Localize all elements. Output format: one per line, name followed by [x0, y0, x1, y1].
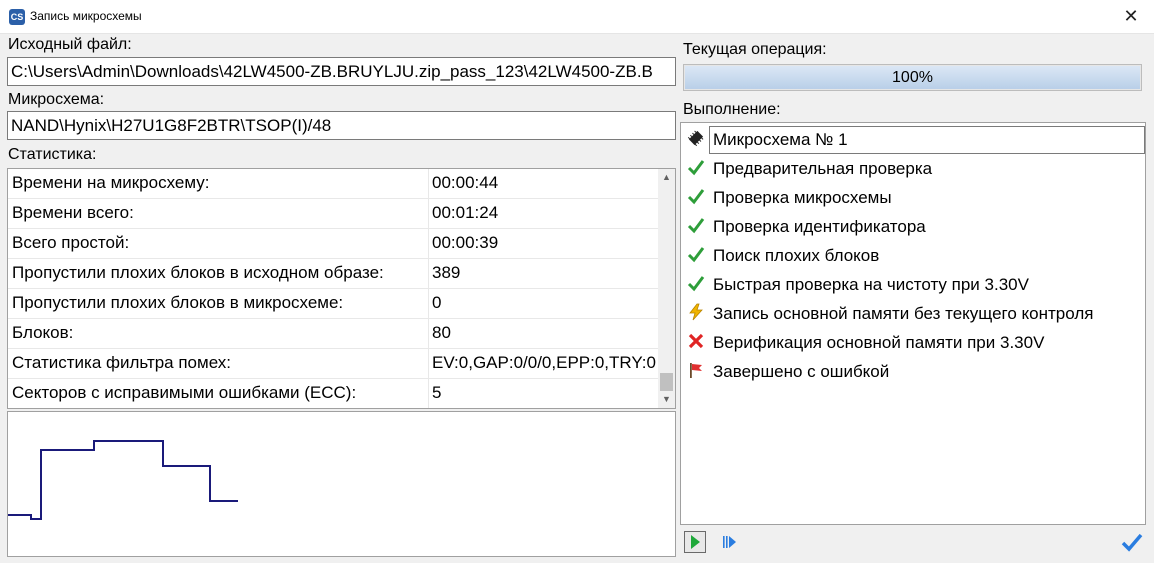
- list-item[interactable]: Поиск плохих блоков: [681, 241, 1145, 270]
- statistics-label: Статистика:: [8, 146, 97, 163]
- flag-icon: [690, 363, 702, 378]
- speed-graph-svg: [8, 440, 238, 520]
- table-row: Статистика фильтра помех: EV:0,GAP:0/0/0…: [8, 349, 659, 379]
- stat-name: Статистика фильтра помех:: [12, 353, 232, 372]
- list-item[interactable]: Быстрая проверка на чистоту при 3.30V: [681, 270, 1145, 299]
- stat-name: Пропустили плохих блоков в исходном обра…: [12, 263, 384, 282]
- play-button[interactable]: [684, 531, 706, 553]
- statistics-table[interactable]: Времени на микросхему: 00:00:44 Времени …: [7, 168, 676, 409]
- stat-name: Пропустили плохих блоков в микросхеме:: [12, 293, 344, 312]
- list-item[interactable]: Запись основной памяти без текущего конт…: [681, 299, 1145, 328]
- table-row: Пропустили плохих блоков в микросхеме: 0: [8, 289, 659, 319]
- column-divider: [428, 259, 429, 289]
- checkmark-icon: [687, 189, 705, 205]
- stat-value: 0: [432, 293, 442, 312]
- column-divider: [428, 229, 429, 259]
- table-row: Всего простой: 00:00:39: [8, 229, 659, 259]
- execution-label: Выполнение:: [683, 101, 781, 118]
- stat-name: Времени на микросхему:: [12, 173, 210, 192]
- stat-value: 5: [432, 383, 442, 402]
- stat-name: Блоков:: [12, 323, 74, 342]
- speed-graph: [7, 411, 676, 557]
- list-item[interactable]: Завершено с ошибкой: [681, 357, 1145, 386]
- list-item[interactable]: Микросхема № 1: [681, 125, 1145, 154]
- title-bar: CS Запись микросхемы ✕: [0, 0, 1154, 34]
- operation-progress-bar: 100%: [683, 64, 1142, 91]
- column-divider: [428, 289, 429, 319]
- table-row: Времени всего: 00:01:24: [8, 199, 659, 229]
- list-item[interactable]: Проверка идентификатора: [681, 212, 1145, 241]
- column-divider: [428, 199, 429, 229]
- current-operation-label: Текущая операция:: [683, 41, 827, 58]
- list-item-label: Верификация основной памяти при 3.30V: [713, 333, 1045, 352]
- scroll-up-arrow-icon[interactable]: ▲: [658, 169, 675, 186]
- table-row: Блоков: 80: [8, 319, 659, 349]
- list-item-label: Микросхема № 1: [709, 126, 1145, 154]
- column-divider: [428, 349, 429, 379]
- column-divider: [428, 169, 429, 199]
- stat-value: 80: [432, 323, 451, 342]
- stat-name: Времени всего:: [12, 203, 134, 222]
- list-item-label: Быстрая проверка на чистоту при 3.30V: [713, 275, 1029, 294]
- list-item-label: Поиск плохих блоков: [713, 246, 880, 265]
- lightning-icon: [689, 303, 703, 321]
- close-button[interactable]: ✕: [1108, 0, 1154, 33]
- stat-name: Секторов с исправимыми ошибками (ECC):: [12, 383, 357, 402]
- done-check-icon[interactable]: [1121, 531, 1143, 553]
- stat-value: 389: [432, 263, 461, 282]
- source-file-field[interactable]: C:\Users\Admin\Downloads\42LW4500-ZB.BRU…: [7, 57, 676, 86]
- list-item[interactable]: Проверка микросхемы: [681, 183, 1145, 212]
- execution-list[interactable]: Микросхема № 1 Предварительная проверка …: [680, 122, 1146, 525]
- speed-graph-line: [8, 440, 238, 520]
- chip-field[interactable]: NAND\Hynix\H27U1G8F2BTR\TSOP(I)/48: [7, 111, 676, 140]
- checkmark-icon: [687, 218, 705, 234]
- list-item-label: Завершено с ошибкой: [713, 362, 890, 381]
- statistics-scrollbar[interactable]: ▲ ▼: [658, 169, 675, 408]
- stat-value: 00:00:44: [432, 173, 499, 192]
- red-cross-icon: [688, 333, 704, 349]
- list-item-label: Запись основной памяти без текущего конт…: [713, 304, 1094, 323]
- chip-label: Микросхема:: [8, 91, 105, 108]
- table-row: Секторов с исправимыми ошибками (ECC): 5: [8, 379, 659, 408]
- list-item-label: Проверка микросхемы: [713, 188, 892, 207]
- stat-value: EV:0,GAP:0/0/0,EPP:0,TRY:0: [432, 353, 656, 372]
- scroll-down-arrow-icon[interactable]: ▼: [658, 391, 675, 408]
- table-row: Пропустили плохих блоков в исходном обра…: [8, 259, 659, 289]
- table-row: Времени на микросхему: 00:00:44: [8, 169, 659, 199]
- list-item[interactable]: Предварительная проверка: [681, 154, 1145, 183]
- checkmark-icon: [687, 247, 705, 263]
- column-divider: [428, 319, 429, 349]
- checkmark-icon: [687, 276, 705, 292]
- checkmark-icon: [687, 160, 705, 176]
- column-divider: [428, 379, 429, 408]
- list-item-label: Проверка идентификатора: [713, 217, 926, 236]
- window-title: Запись микросхемы: [30, 9, 142, 23]
- list-item[interactable]: Верификация основной памяти при 3.30V: [681, 328, 1145, 357]
- source-file-label: Исходный файл:: [8, 36, 132, 53]
- stat-name: Всего простой:: [12, 233, 130, 252]
- stat-value: 00:00:39: [432, 233, 499, 252]
- scrollbar-thumb[interactable]: [660, 373, 673, 391]
- step-forward-icon[interactable]: [718, 531, 740, 553]
- app-icon: CS: [9, 9, 25, 25]
- list-item-label: Предварительная проверка: [713, 159, 933, 178]
- progress-text: 100%: [892, 69, 933, 86]
- chip-icon: [687, 130, 704, 147]
- stat-value: 00:01:24: [432, 203, 499, 222]
